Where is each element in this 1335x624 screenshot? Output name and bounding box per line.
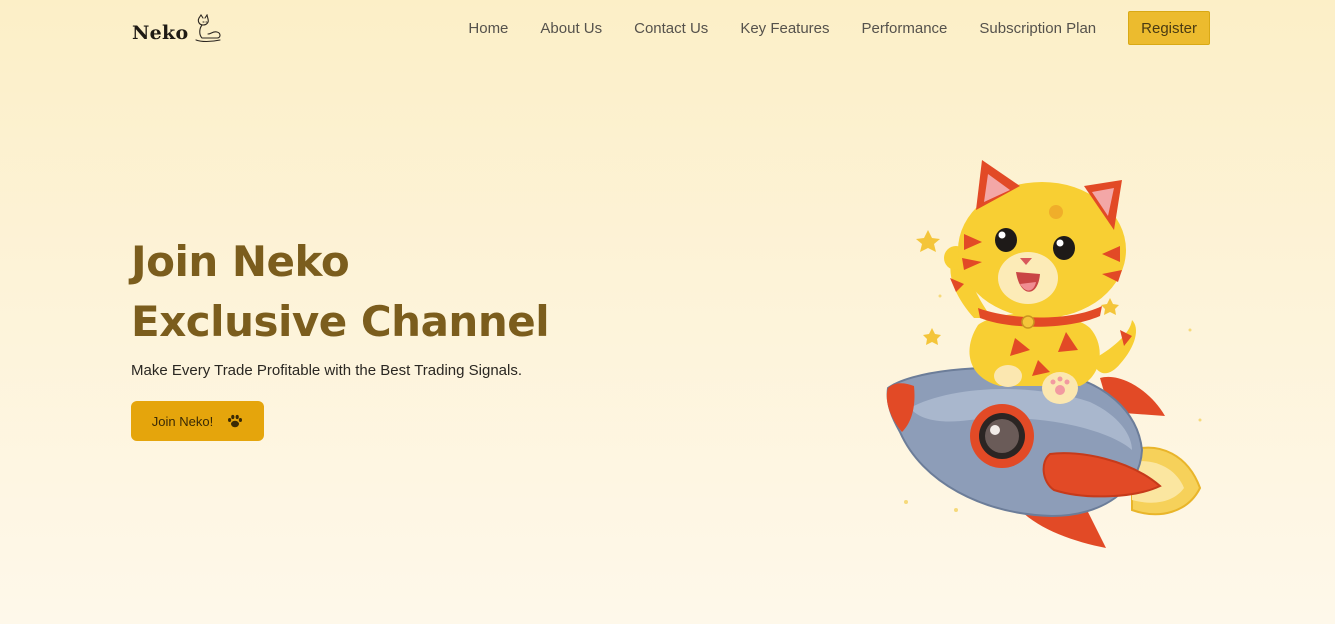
nav-contact-us[interactable]: Contact Us: [634, 20, 708, 37]
brand-name: Neko: [132, 22, 189, 44]
cat-logo-icon: [194, 14, 221, 43]
cat-on-rocket-illustration: [870, 150, 1210, 560]
register-button[interactable]: Register: [1128, 11, 1210, 45]
hero-title: Join Neko Exclusive Channel: [131, 232, 550, 352]
paw-icon: [228, 414, 243, 428]
nav-home[interactable]: Home: [468, 20, 508, 37]
brand-logo[interactable]: Neko: [132, 14, 223, 44]
top-navbar: Neko Home About Us Contact Us Key Featur…: [0, 0, 1335, 56]
nav-about-us[interactable]: About Us: [540, 20, 602, 37]
join-neko-button[interactable]: Join Neko!: [131, 401, 264, 441]
nav-subscription-plan[interactable]: Subscription Plan: [979, 20, 1096, 37]
hero-section: Join Neko Exclusive Channel Make Every T…: [131, 232, 550, 441]
join-button-label: Join Neko!: [151, 413, 214, 429]
hero-title-line1: Join Neko: [131, 237, 350, 286]
hero-title-line2: Exclusive Channel: [131, 297, 550, 346]
nav-key-features[interactable]: Key Features: [740, 20, 829, 37]
hero-subtitle: Make Every Trade Profitable with the Bes…: [131, 362, 523, 379]
nav-menu: Home About Us Contact Us Key Features Pe…: [420, 11, 1210, 45]
nav-performance[interactable]: Performance: [862, 20, 948, 37]
